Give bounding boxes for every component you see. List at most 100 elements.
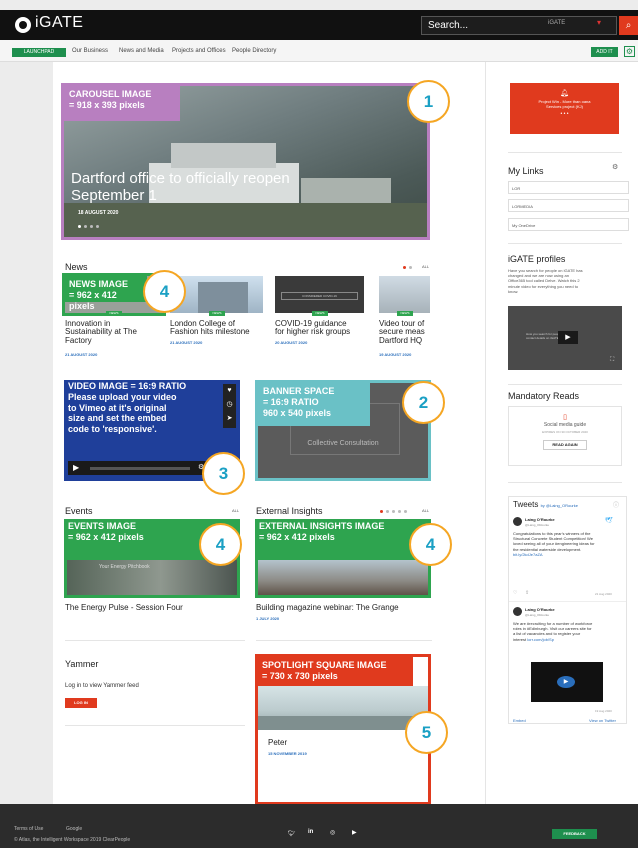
insights-dot-4[interactable]: [398, 510, 401, 513]
events-size-label: EVENTS IMAGE = 962 x 412 pixels: [68, 521, 144, 543]
play-icon[interactable]: ▶: [557, 676, 575, 688]
banner-subtitle: Collective Consultation: [307, 440, 379, 447]
play-icon[interactable]: ▶: [558, 331, 578, 344]
tweet-2-line4: interest: [513, 636, 527, 642]
share-icon[interactable]: ➤: [223, 412, 236, 426]
insights-dot-3[interactable]: [392, 510, 395, 513]
mandatory-heading: Mandatory Reads: [508, 391, 580, 401]
terms-link[interactable]: Terms of Use: [14, 826, 43, 832]
yammer-login-button[interactable]: LOG IN: [65, 698, 97, 708]
events-image[interactable]: Your Energy Pitchbook: [67, 560, 237, 595]
fullscreen-icon[interactable]: ⛶: [610, 357, 614, 364]
read-again-button[interactable]: READ AGAIN: [543, 440, 587, 450]
tweet-1-date: 21 Aug 2020: [595, 592, 612, 596]
tweets-by[interactable]: by @Laing_ORourke: [541, 503, 578, 508]
nav-projects-and-offices[interactable]: Projects and Offices: [172, 48, 226, 54]
carousel-dot-1[interactable]: [78, 225, 81, 228]
news-thumb-3[interactable]: CONSIDERED COVID-19: [275, 276, 364, 313]
news-item-1-title[interactable]: Innovation in Sustainability at The Fact…: [65, 319, 165, 345]
tweet-author-2[interactable]: Laing O'Rourke: [525, 607, 555, 612]
events-item-title[interactable]: The Energy Pulse - Session Four: [65, 603, 183, 612]
video-progress-bar[interactable]: [90, 467, 190, 470]
insights-dot-5[interactable]: [404, 510, 407, 513]
add-it-button[interactable]: ADD IT: [591, 47, 618, 57]
alert-dots[interactable]: • • •: [510, 111, 619, 117]
twitter-bird-icon[interactable]: 🕊︎: [605, 517, 613, 524]
tweet-handle-2[interactable]: @Laing_ORourke: [525, 613, 549, 617]
tweet-avatar[interactable]: [513, 517, 522, 526]
my-links-gear-icon[interactable]: ⚙: [612, 163, 618, 171]
instagram-icon[interactable]: ◎: [330, 829, 335, 836]
tweet-avatar-2[interactable]: [513, 607, 522, 616]
search-input[interactable]: Search...: [421, 16, 617, 35]
search-icon: ⌕: [625, 20, 632, 31]
news-dot-2[interactable]: [409, 266, 412, 269]
news-item-3-title[interactable]: COVID-19 guidance for higher risk groups: [275, 319, 375, 337]
settings-gear-icon[interactable]: ⚙: [624, 46, 635, 57]
carousel-dot-2[interactable]: [84, 225, 87, 228]
events-all-link[interactable]: ALL: [232, 508, 239, 513]
divider-left: [65, 640, 245, 641]
tweet-2-link[interactable]: lorr.com/job/Sp: [527, 637, 554, 642]
news-item-2-title[interactable]: London College of Fashion hits milestone: [170, 319, 270, 337]
insights-image[interactable]: [258, 560, 428, 595]
carousel-dot-4[interactable]: [96, 225, 99, 228]
banner-label-line1: BANNER SPACE: [263, 386, 335, 396]
nav-news-and-media[interactable]: News and Media: [119, 48, 164, 54]
like-icon[interactable]: ♡: [513, 590, 517, 596]
feedback-button[interactable]: FEEDBACK: [552, 829, 597, 839]
play-icon[interactable]: ▶: [73, 463, 79, 472]
badge-4-news: 4: [143, 270, 186, 313]
twitter-icon[interactable]: 🐦︎: [288, 830, 296, 837]
search-button[interactable]: ⌕: [619, 16, 638, 35]
spotlight-date: 15 NOVEMBER 2019: [268, 751, 307, 756]
insights-all-link[interactable]: ALL: [422, 508, 429, 513]
embed-link[interactable]: Embed: [513, 718, 526, 723]
carousel-dot-3[interactable]: [90, 225, 93, 228]
brand-name[interactable]: iGATE: [35, 14, 83, 32]
link-lormedia[interactable]: LORMEDIA: [508, 199, 629, 212]
nav-our-business[interactable]: Our Business: [72, 48, 108, 54]
copyright: © Atlas, the Intelligent Workspace 2019 …: [14, 837, 131, 843]
chevron-down-icon[interactable]: ▾: [597, 18, 601, 27]
linkedin-icon[interactable]: in: [308, 829, 313, 835]
mandatory-item[interactable]: Social media guide: [509, 422, 621, 428]
igate-logo-icon[interactable]: [15, 17, 31, 33]
insights-dot-1[interactable]: [380, 510, 383, 513]
view-on-twitter-link[interactable]: View on Twitter: [589, 718, 616, 723]
heart-icon[interactable]: ♥: [223, 384, 236, 398]
news-thumb-4[interactable]: [379, 276, 430, 313]
bell-icon: 🔔︎: [560, 90, 569, 97]
link-lor[interactable]: LOR: [508, 181, 629, 194]
my-links-heading: My Links: [508, 166, 544, 176]
share-icon[interactable]: ⇪: [525, 590, 529, 596]
youtube-icon[interactable]: ▶: [352, 829, 357, 836]
insights-item-date: 1 JULY 2020: [256, 616, 280, 621]
profiles-video[interactable]: How you search for people and their cont…: [508, 306, 622, 370]
divider-links: [508, 152, 622, 153]
video-size-label: VIDEO IMAGE = 16:9 RATIO Please upload y…: [68, 381, 223, 435]
news-dot-1[interactable]: [403, 266, 406, 269]
clock-icon[interactable]: ◷: [223, 398, 236, 412]
info-icon[interactable]: ⓘ: [613, 500, 619, 509]
insights-item-title[interactable]: Building magazine webinar: The Grange: [256, 603, 399, 612]
mandatory-card: ▯ Social media guide EXPIRES ON 30 OCTOB…: [508, 406, 622, 466]
insights-dot-2[interactable]: [386, 510, 389, 513]
alert-banner[interactable]: 🔔︎ Project Win - More than oana Services…: [510, 83, 619, 134]
tweet-handle[interactable]: @Laing_ORourke: [525, 523, 549, 527]
carousel-title[interactable]: Dartford office to officially reopen Sep…: [71, 170, 290, 204]
google-link[interactable]: Google: [66, 826, 82, 832]
divider-tweets: [508, 482, 622, 483]
spotlight-image[interactable]: [258, 686, 428, 730]
tweet-1-link[interactable]: bit.ly/2kdJe7aZA: [513, 552, 621, 557]
spotlight-name[interactable]: Peter: [268, 738, 287, 747]
news-label-line1: NEWS IMAGE: [69, 279, 129, 289]
link-onedrive[interactable]: My OneDrive: [508, 218, 629, 231]
tweet-2-media[interactable]: ▶: [531, 662, 603, 702]
news-all-link[interactable]: ALL: [422, 264, 429, 269]
news-item-4-title[interactable]: Video tour of secure meas Dartford HQ: [379, 320, 430, 345]
search-scope[interactable]: iGATE: [548, 20, 565, 26]
tweet-author[interactable]: Laing O'Rourke: [525, 517, 555, 522]
launchpad-button[interactable]: LAUNCHPAD: [12, 48, 66, 57]
nav-people-directory[interactable]: People Directory: [232, 48, 276, 54]
